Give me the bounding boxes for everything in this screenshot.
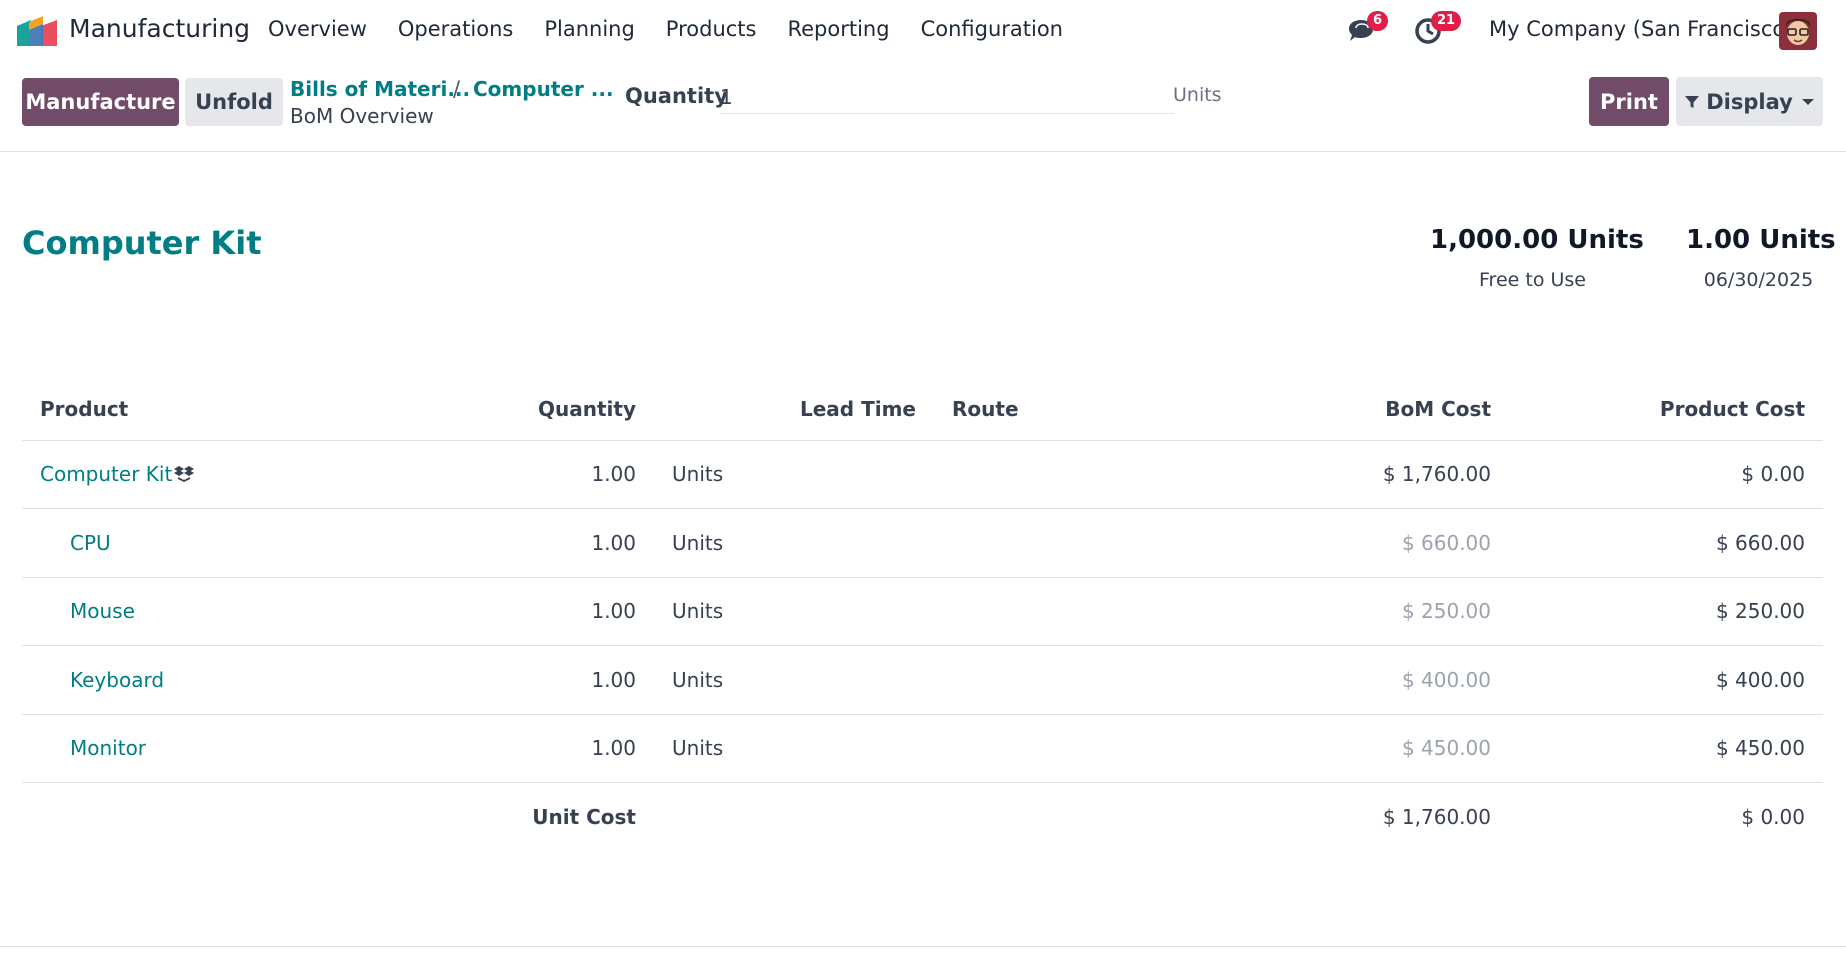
product-link[interactable]: Monitor: [70, 736, 146, 760]
col-route: Route: [934, 378, 1069, 441]
uom-cell: Units: [654, 714, 934, 783]
quantity-uom: Units: [1173, 84, 1222, 106]
forecast-value: 1.00 Units: [1686, 225, 1836, 255]
table-header-row: Product Quantity Lead Time Route BoM Cos…: [22, 378, 1823, 441]
print-button[interactable]: Print: [1589, 77, 1669, 126]
unit-cost-row: Unit Cost $ 1,760.00 $ 0.00: [22, 783, 1823, 852]
product-cost-cell: $ 400.00: [1509, 645, 1823, 715]
product-link[interactable]: CPU: [70, 531, 111, 555]
table-row: Keyboard 1.00 Units $ 400.00 $ 400.00: [22, 645, 1823, 715]
qty-cell: 1.00: [454, 508, 654, 578]
product-link[interactable]: Computer Kit: [40, 462, 172, 486]
empty-cell: [654, 783, 934, 852]
menu-overview[interactable]: Overview: [268, 17, 367, 41]
qty-cell: 1.00: [454, 645, 654, 715]
qty-cell: 1.00: [454, 577, 654, 646]
company-switcher[interactable]: My Company (San Francisco): [1489, 17, 1793, 41]
product-cost-cell: $ 0.00: [1509, 440, 1823, 509]
empty-cell: [934, 783, 1069, 852]
report-title: Computer Kit: [22, 224, 262, 262]
route-cell: [934, 508, 1069, 578]
control-panel-divider: [0, 151, 1846, 152]
breadcrumb-separator: /: [453, 77, 461, 101]
product-link[interactable]: Keyboard: [70, 668, 164, 692]
uom-cell: Units: [654, 508, 934, 578]
footer-divider: [0, 946, 1846, 947]
unit-bom-cost: $ 1,760.00: [1382, 805, 1491, 829]
manufacture-button[interactable]: Manufacture: [22, 78, 179, 126]
menu-configuration[interactable]: Configuration: [921, 17, 1063, 41]
bom-cost-cell: $ 400.00: [1069, 645, 1509, 715]
breadcrumb-current: BoM Overview: [290, 104, 434, 128]
table-row: Computer Kit 1.00 Units $ 1,760.00 $ 0.0…: [22, 440, 1823, 509]
caret-down-icon: [1801, 98, 1814, 105]
manufacturing-app-icon[interactable]: [17, 16, 57, 46]
quantity-input[interactable]: [720, 80, 1174, 114]
table-row: Mouse 1.00 Units $ 250.00 $ 250.00: [22, 577, 1823, 646]
menu-reporting[interactable]: Reporting: [787, 17, 889, 41]
menu-planning[interactable]: Planning: [544, 17, 634, 41]
route-cell: [934, 714, 1069, 783]
free-to-use-label: Free to Use: [1479, 269, 1586, 291]
breadcrumb-bills-of-materials[interactable]: Bills of Materi...: [290, 77, 470, 101]
product-cell: Monitor: [22, 714, 454, 783]
col-product: Product: [22, 378, 454, 441]
forecast-stat: 1.00 Units 06/30/2025: [1686, 225, 1836, 291]
menu-operations[interactable]: Operations: [398, 17, 513, 41]
col-product-cost: Product Cost: [1509, 378, 1823, 441]
quantity-label: Quantity: [625, 84, 728, 108]
unit-cost-label: Unit Cost: [532, 805, 636, 829]
menu-products[interactable]: Products: [666, 17, 757, 41]
messages-badge: 6: [1367, 11, 1389, 31]
app-name[interactable]: Manufacturing: [69, 14, 250, 43]
main-menu: Overview Operations Planning Products Re…: [268, 17, 1094, 41]
empty-cell: [22, 783, 454, 852]
free-to-use-stat: 1,000.00 Units Free to Use: [1430, 225, 1644, 291]
route-cell: [934, 577, 1069, 646]
route-cell: [934, 645, 1069, 715]
activities-badge: 21: [1431, 11, 1462, 31]
free-to-use-value: 1,000.00 Units: [1430, 225, 1644, 255]
product-cell: Mouse: [22, 577, 454, 646]
product-cell: CPU: [22, 508, 454, 578]
bom-table: Product Quantity Lead Time Route BoM Cos…: [22, 378, 1823, 851]
kit-box-icon: [174, 466, 195, 483]
product-cell: Computer Kit: [22, 440, 454, 509]
unit-product-cost: $ 0.00: [1741, 805, 1805, 829]
col-quantity: Quantity: [454, 378, 654, 441]
product-link[interactable]: Mouse: [70, 599, 135, 623]
product-cost-cell: $ 660.00: [1509, 508, 1823, 578]
top-navbar: Manufacturing Overview Operations Planni…: [0, 0, 1846, 62]
breadcrumb-computer-kit[interactable]: Computer ...: [473, 77, 614, 101]
user-avatar[interactable]: [1779, 12, 1817, 50]
product-cell: Keyboard: [22, 645, 454, 715]
bom-cost-cell: $ 1,760.00: [1069, 440, 1509, 509]
table-row: CPU 1.00 Units $ 660.00 $ 660.00: [22, 508, 1823, 578]
col-bom-cost: BoM Cost: [1069, 378, 1509, 441]
route-cell: [934, 440, 1069, 509]
qty-cell: 1.00: [454, 440, 654, 509]
forecast-date: 06/30/2025: [1703, 269, 1814, 291]
filter-icon: [1685, 95, 1700, 108]
uom-cell: Units: [654, 645, 934, 715]
uom-cell: Units: [654, 577, 934, 646]
bom-cost-cell: $ 250.00: [1069, 577, 1509, 646]
bom-cost-cell: $ 450.00: [1069, 714, 1509, 783]
product-cost-cell: $ 250.00: [1509, 577, 1823, 646]
unfold-button[interactable]: Unfold: [185, 78, 283, 126]
display-dropdown[interactable]: Display: [1676, 77, 1823, 126]
table-row: Monitor 1.00 Units $ 450.00 $ 450.00: [22, 714, 1823, 783]
display-label: Display: [1706, 89, 1793, 114]
col-lead-time: Lead Time: [654, 378, 934, 441]
bom-cost-cell: $ 660.00: [1069, 508, 1509, 578]
uom-cell: Units: [654, 440, 934, 509]
product-cost-cell: $ 450.00: [1509, 714, 1823, 783]
qty-cell: 1.00: [454, 714, 654, 783]
